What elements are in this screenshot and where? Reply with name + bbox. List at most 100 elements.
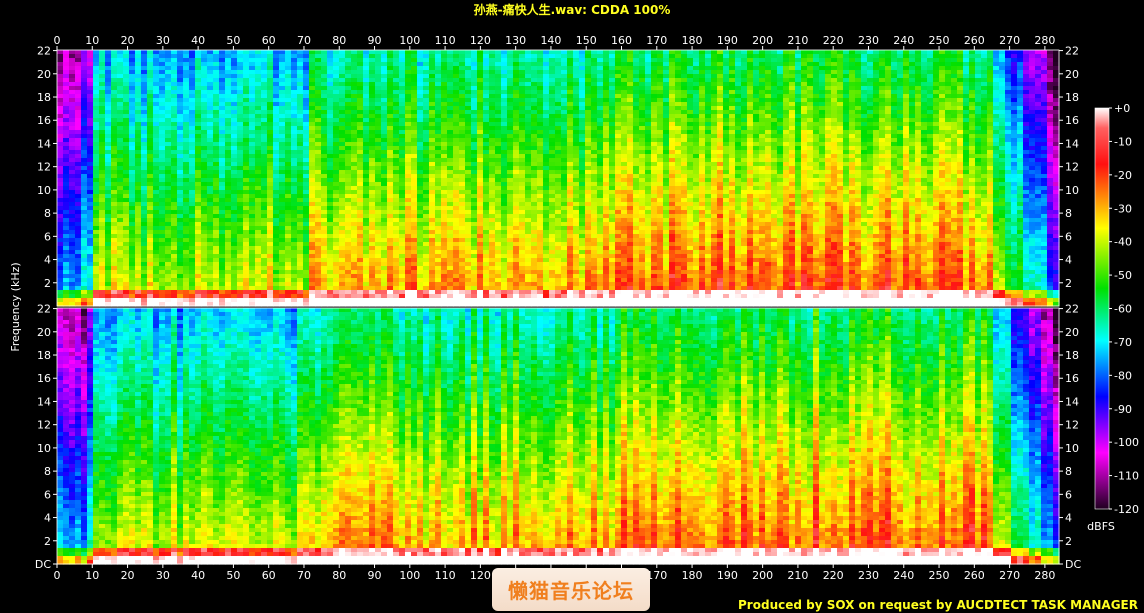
- x-tick-label-bottom: 0: [54, 569, 61, 582]
- x-tick-label-top: 160: [611, 34, 632, 47]
- y-tick-label-right: 10: [1065, 184, 1079, 197]
- y-tick-label-right: 12: [1065, 419, 1079, 432]
- x-tick-label-bottom: 200: [752, 569, 773, 582]
- x-tick-label-top: 80: [332, 34, 346, 47]
- y-tick-label-right: 6: [1065, 488, 1072, 501]
- x-tick-label-top: 130: [505, 34, 526, 47]
- x-tick-label-top: 110: [435, 34, 456, 47]
- y-tick-label-left: 8: [44, 207, 51, 220]
- y-tick-label-left: DC: [35, 558, 51, 571]
- colorbar-label: dBFS: [1087, 520, 1115, 533]
- colorbar-tick-label: -30: [1114, 202, 1132, 215]
- y-tick-label-right: 22: [1065, 303, 1079, 316]
- colorbar-tick-label: +0: [1114, 102, 1130, 115]
- x-tick-label-bottom: 40: [191, 569, 205, 582]
- colorbar-tick-label: -20: [1114, 169, 1132, 182]
- spectrogram-channel-1: [57, 50, 1060, 307]
- y-tick-label-right: 14: [1065, 395, 1079, 408]
- y-tick-label-left: 22: [37, 45, 51, 58]
- x-tick-label-top: 120: [470, 34, 491, 47]
- y-tick-label-right: 8: [1065, 465, 1072, 478]
- colorbar-tick-label: -10: [1114, 135, 1132, 148]
- y-tick-label-left: 20: [37, 326, 51, 339]
- y-axis-label: Frequency (kHz): [9, 262, 22, 351]
- x-tick-label-bottom: 100: [399, 569, 420, 582]
- x-tick-label-bottom: 230: [858, 569, 879, 582]
- x-tick-label-bottom: 180: [682, 569, 703, 582]
- x-tick-label-top: 140: [540, 34, 561, 47]
- x-tick-label-top: 220: [823, 34, 844, 47]
- y-tick-label-left: 18: [37, 349, 51, 362]
- x-tick-label-top: 270: [999, 34, 1020, 47]
- footer-credit: Produced by SOX on request by AUCDTECT T…: [738, 598, 1138, 612]
- x-tick-label-top: 180: [682, 34, 703, 47]
- y-tick-label-left: 12: [37, 419, 51, 432]
- y-tick-label-right: 10: [1065, 442, 1079, 455]
- x-tick-label-top: 250: [929, 34, 950, 47]
- x-tick-label-top: 20: [121, 34, 135, 47]
- x-tick-label-bottom: 30: [156, 569, 170, 582]
- y-tick-label-right: 14: [1065, 137, 1079, 150]
- colorbar-tick-label: -80: [1114, 369, 1132, 382]
- colorbar-tick-label: -50: [1114, 269, 1132, 282]
- y-tick-label-left: 4: [44, 512, 51, 525]
- y-tick-label-left: 16: [37, 114, 51, 127]
- y-tick-label-left: 10: [37, 442, 51, 455]
- x-tick-label-top: 230: [858, 34, 879, 47]
- x-tick-label-top: 260: [964, 34, 985, 47]
- y-tick-label-left: 14: [37, 137, 51, 150]
- x-tick-label-bottom: 270: [999, 569, 1020, 582]
- y-tick-label-left: 14: [37, 395, 51, 408]
- y-tick-label-left: 16: [37, 372, 51, 385]
- x-tick-label-top: 50: [226, 34, 240, 47]
- y-tick-label-left: 6: [44, 488, 51, 501]
- x-tick-label-top: 90: [368, 34, 382, 47]
- y-tick-label-left: 12: [37, 161, 51, 174]
- x-tick-label-top: 200: [752, 34, 773, 47]
- x-tick-label-top: 240: [893, 34, 914, 47]
- x-tick-label-bottom: 50: [226, 569, 240, 582]
- y-tick-label-left: 6: [44, 230, 51, 243]
- x-tick-label-bottom: 60: [262, 569, 276, 582]
- y-tick-label-right: 12: [1065, 161, 1079, 174]
- y-tick-label-left: 18: [37, 91, 51, 104]
- x-tick-label-bottom: 110: [435, 569, 456, 582]
- x-tick-label-bottom: 210: [787, 569, 808, 582]
- x-tick-label-bottom: 70: [297, 569, 311, 582]
- x-tick-label-bottom: 80: [332, 569, 346, 582]
- x-tick-label-bottom: 250: [929, 569, 950, 582]
- y-tick-label-right: DC: [1065, 558, 1081, 571]
- x-tick-label-bottom: 240: [893, 569, 914, 582]
- y-tick-label-left: 20: [37, 68, 51, 81]
- y-tick-label-right: 16: [1065, 114, 1079, 127]
- y-tick-label-right: 22: [1065, 45, 1079, 58]
- y-tick-label-right: 16: [1065, 372, 1079, 385]
- x-tick-label-bottom: 260: [964, 569, 985, 582]
- colorbar-tick-label: -100: [1114, 436, 1139, 449]
- x-tick-label-top: 40: [191, 34, 205, 47]
- colorbar-tick-label: -110: [1114, 470, 1139, 483]
- x-tick-label-top: 280: [1034, 34, 1055, 47]
- x-tick-label-top: 170: [646, 34, 667, 47]
- y-tick-label-right: 18: [1065, 91, 1079, 104]
- x-tick-label-top: 190: [717, 34, 738, 47]
- y-tick-label-right: 20: [1065, 326, 1079, 339]
- x-tick-label-bottom: 280: [1034, 569, 1055, 582]
- colorbar: [1094, 107, 1110, 510]
- colorbar-tick-label: -40: [1114, 236, 1132, 249]
- x-tick-label-top: 30: [156, 34, 170, 47]
- x-tick-label-bottom: 220: [823, 569, 844, 582]
- colorbar-tick-label: -90: [1114, 403, 1132, 416]
- x-tick-label-top: 10: [85, 34, 99, 47]
- y-tick-label-left: 2: [44, 535, 51, 548]
- x-tick-label-top: 60: [262, 34, 276, 47]
- y-tick-label-right: 18: [1065, 349, 1079, 362]
- y-tick-label-right: 20: [1065, 68, 1079, 81]
- y-tick-label-right: 4: [1065, 512, 1072, 525]
- x-tick-label-bottom: 190: [717, 569, 738, 582]
- x-tick-label-top: 150: [576, 34, 597, 47]
- x-tick-label-bottom: 10: [85, 569, 99, 582]
- colorbar-tick-label: -120: [1114, 503, 1139, 516]
- colorbar-tick-label: -60: [1114, 303, 1132, 316]
- y-tick-label-right: 4: [1065, 254, 1072, 267]
